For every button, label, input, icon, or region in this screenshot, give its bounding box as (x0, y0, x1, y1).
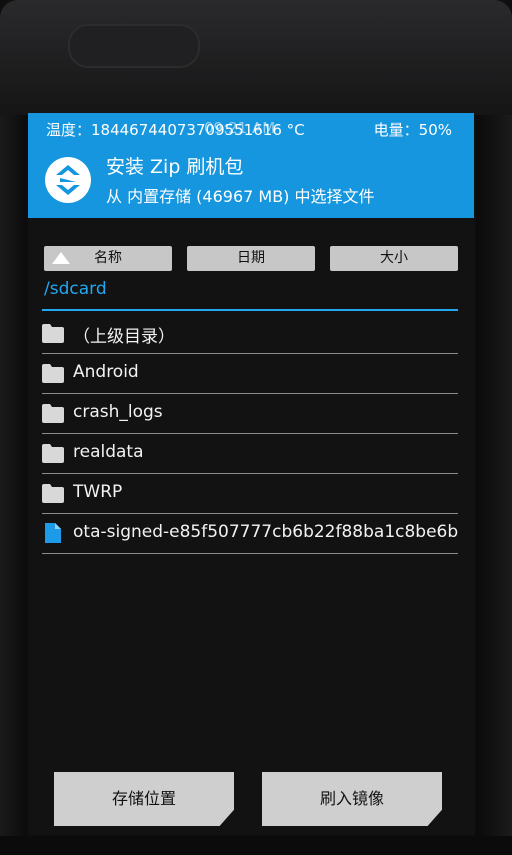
file-name: realdata (73, 442, 144, 462)
path-divider (42, 309, 458, 311)
file-name: ota-signed-e85f507777cb6b22f88ba1c8be6bb… (73, 522, 458, 542)
page-title: 安装 Zip 刷机包 (106, 156, 244, 178)
sort-name-label: 名称 (94, 250, 122, 266)
folder-icon (42, 364, 64, 383)
folder-icon (42, 444, 64, 463)
battery-label: 电量：50% (373, 121, 452, 139)
file-list: （上级目录） Android crash_logs realdata TWRP (42, 314, 458, 554)
time-overlay: 09:21 AM (204, 119, 276, 137)
page-header: 安装 Zip 刷机包 从 内置存储 (46967 MB) 中选择文件 (28, 144, 474, 218)
phone-bottom-edge (0, 836, 512, 855)
storage-location-button[interactable]: 存储位置 (54, 772, 234, 826)
folder-icon (42, 324, 64, 343)
file-name: crash_logs (73, 402, 163, 422)
file-name: Android (73, 362, 139, 382)
twrp-logo-icon (45, 157, 91, 203)
file-icon (45, 523, 61, 543)
flash-image-button[interactable]: 刷入镜像 (262, 772, 442, 826)
list-item[interactable]: ota-signed-e85f507777cb6b22f88ba1c8be6bb… (42, 514, 458, 554)
folder-icon (42, 484, 64, 503)
list-item[interactable]: realdata (42, 434, 458, 474)
sort-by-size-button[interactable]: 大小 (330, 246, 458, 271)
sort-ascending-icon (52, 252, 70, 264)
list-item[interactable]: crash_logs (42, 394, 458, 434)
list-item[interactable]: TWRP (42, 474, 458, 514)
sort-size-label: 大小 (380, 250, 408, 266)
list-item[interactable]: （上级目录） (42, 314, 458, 354)
twrp-screen: 温度：18446744073709551616 °C 09:21 AM 电量：5… (28, 113, 474, 835)
page-subtitle: 从 内置存储 (46967 MB) 中选择文件 (106, 187, 375, 206)
phone-right-edge (476, 115, 512, 855)
file-name: （上级目录） (73, 327, 175, 347)
camera-slot (68, 24, 200, 68)
phone-left-edge (0, 115, 30, 855)
list-item[interactable]: Android (42, 354, 458, 394)
sort-date-label: 日期 (237, 250, 265, 266)
sort-by-date-button[interactable]: 日期 (187, 246, 315, 271)
folder-icon (42, 404, 64, 423)
sort-by-name-button[interactable]: 名称 (44, 246, 172, 271)
status-bar: 温度：18446744073709551616 °C 09:21 AM 电量：5… (28, 113, 474, 144)
phone-top-bezel (0, 0, 512, 115)
file-name: TWRP (73, 482, 123, 502)
current-path: /sdcard (44, 279, 107, 299)
